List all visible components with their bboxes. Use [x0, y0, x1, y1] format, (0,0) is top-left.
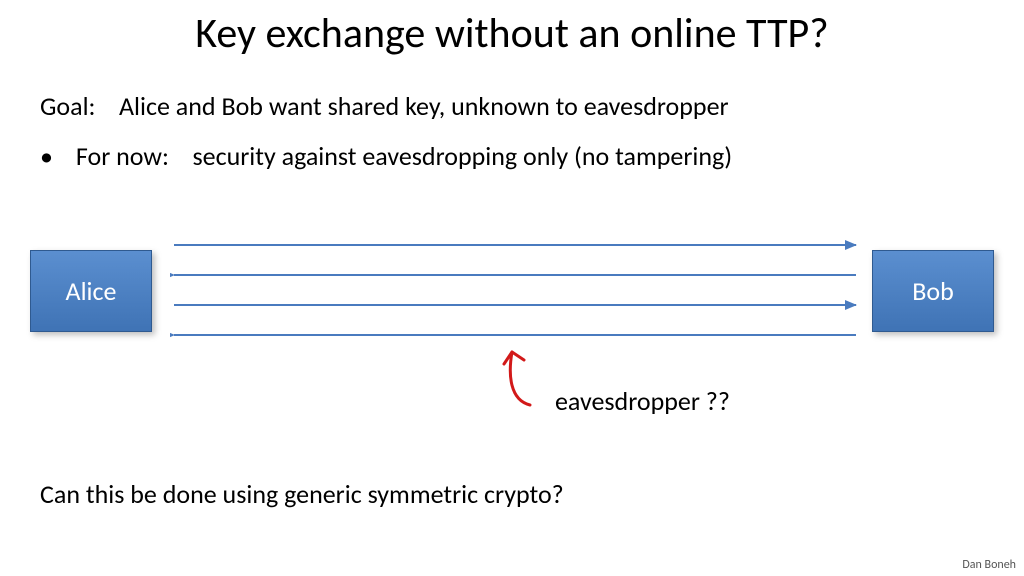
- curved-arrow-body: [510, 352, 530, 405]
- bob-label: Bob: [912, 275, 954, 307]
- eavesdropper-label: eavesdropper ??: [555, 385, 730, 417]
- alice-box: Alice: [30, 250, 152, 332]
- bullet-line: • For now: security against eavesdroppin…: [40, 140, 732, 172]
- goal-line: Goal: Alice and Bob want shared key, unk…: [40, 90, 729, 122]
- bullet-text: security against eavesdropping only (no …: [192, 140, 732, 172]
- closing-question: Can this be done using generic symmetric…: [40, 478, 564, 510]
- alice-label: Alice: [66, 275, 117, 307]
- slide-title: Key exchange without an online TTP?: [0, 8, 1024, 59]
- author-credit: Dan Boneh: [962, 558, 1016, 572]
- eavesdropper-arrow-icon: [490, 340, 550, 410]
- bullet-lead: For now:: [76, 140, 169, 172]
- goal-label: Goal:: [40, 90, 96, 122]
- curved-arrow-head: [504, 352, 524, 364]
- bullet-marker: •: [40, 140, 70, 172]
- bob-box: Bob: [872, 250, 994, 332]
- goal-text: Alice and Bob want shared key, unknown t…: [119, 90, 729, 122]
